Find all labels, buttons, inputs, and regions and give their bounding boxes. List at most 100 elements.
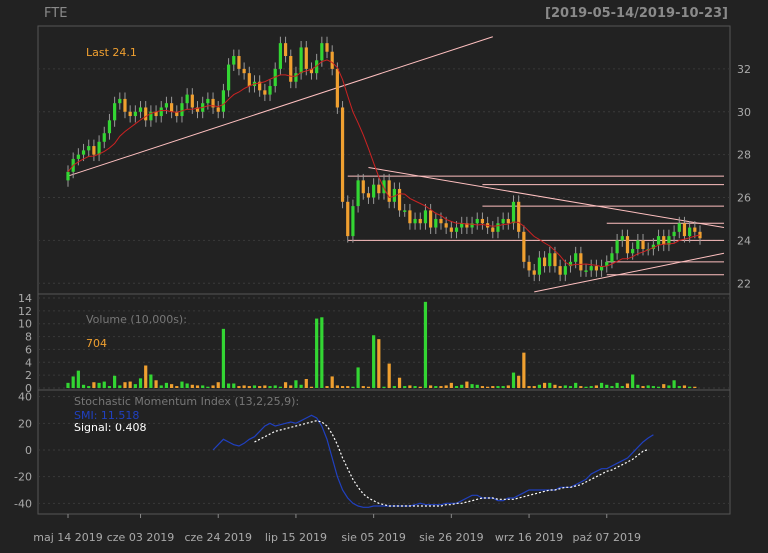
candle-body <box>366 193 371 198</box>
volume-bar <box>76 370 80 388</box>
volume-bar <box>672 380 676 388</box>
volume-bar <box>87 386 91 388</box>
x-axis-label: lip 15 2019 <box>265 531 327 544</box>
candle-body <box>185 94 189 104</box>
volume-bar <box>268 386 272 388</box>
volume-bar <box>133 384 137 388</box>
volume-bar <box>372 335 376 388</box>
volume-bar <box>418 386 422 388</box>
candle-body <box>226 64 231 91</box>
candle-body <box>164 103 169 108</box>
x-axis-label: maj 14 2019 <box>33 531 103 544</box>
volume-bar <box>211 385 215 388</box>
volume-bar <box>465 381 469 388</box>
x-axis-label: cze 03 2019 <box>107 531 175 544</box>
volume-bar <box>330 376 334 388</box>
volume-bar <box>81 384 86 388</box>
candle-body <box>444 223 448 228</box>
x-axis-label: sie 05 2019 <box>341 531 406 544</box>
volume-bar <box>403 386 407 388</box>
volume-bar <box>599 382 604 388</box>
volume-bar <box>646 385 650 388</box>
volume-bar <box>589 386 593 388</box>
volume-bar <box>315 318 319 388</box>
volume-bar <box>216 382 220 388</box>
volume-bar <box>662 384 666 388</box>
volume-bar <box>206 386 210 388</box>
volume-bar <box>522 352 526 388</box>
candle-body <box>128 111 132 117</box>
candle-body <box>693 227 697 232</box>
volume-bar <box>682 385 687 388</box>
volume-bar <box>144 365 148 388</box>
volume-bar <box>434 386 438 388</box>
candle-body <box>589 266 593 271</box>
volume-bar <box>537 384 542 388</box>
volume-bar <box>346 386 350 388</box>
candle-body <box>563 266 567 275</box>
candle-body <box>216 107 220 112</box>
volume-bar <box>563 385 567 388</box>
candle-body <box>522 231 526 262</box>
volume-bar <box>693 386 697 388</box>
volume-bar <box>92 382 96 388</box>
candle-body <box>532 270 536 275</box>
volume-tick-label: 8 <box>25 331 32 344</box>
candle-body <box>268 86 272 95</box>
candle-body <box>553 253 557 267</box>
candle-body <box>372 184 376 198</box>
volume-bar <box>138 378 143 388</box>
candle-body <box>118 98 122 104</box>
volume-bar <box>548 382 552 388</box>
volume-bar <box>496 386 500 388</box>
volume-bar <box>387 363 391 388</box>
date-range: [2019-05-14/2019-10-23] <box>545 6 728 21</box>
smi-panel-frame <box>37 389 731 515</box>
volume-bar <box>123 382 127 388</box>
candle-body <box>439 218 443 224</box>
moving-average-line <box>67 59 701 268</box>
x-axis-label: wrz 16 2019 <box>495 531 563 544</box>
price-panel-frame <box>37 25 731 295</box>
chart-root: FTE [2019-05-14/2019-10-23] Last 24.1 Vo… <box>0 0 768 549</box>
candle-body <box>677 223 681 232</box>
candle-body <box>548 253 552 267</box>
candle-body <box>335 68 339 108</box>
candle-body <box>107 120 112 134</box>
volume-bar <box>579 386 583 388</box>
candle-body <box>190 94 194 108</box>
candle-body <box>511 201 516 224</box>
candle-body <box>221 90 226 112</box>
candle-body <box>449 227 453 232</box>
candle-body <box>527 261 531 271</box>
price-tick-label: 24 <box>737 234 751 247</box>
volume-bar <box>688 386 692 388</box>
volume-last-value: 704 <box>86 337 107 350</box>
candle-body <box>429 210 433 228</box>
volume-bar <box>159 385 163 388</box>
volume-bar <box>532 386 536 388</box>
volume-bar <box>361 386 365 388</box>
candle-body <box>87 146 91 151</box>
volume-bar <box>66 382 70 388</box>
volume-bar <box>164 382 169 388</box>
volume-bar <box>278 386 282 388</box>
volume-bar <box>190 384 194 388</box>
x-axis-label: paź 07 2019 <box>573 531 641 544</box>
candle-body <box>413 218 417 224</box>
candle-body <box>278 43 282 69</box>
volume-bar <box>175 386 179 388</box>
volume-bar <box>273 385 277 388</box>
volume-bar <box>429 385 433 388</box>
volume-bar <box>574 382 578 388</box>
volume-bar <box>454 386 459 388</box>
volume-bar <box>170 384 174 388</box>
last-price-label: Last 24.1 <box>86 46 137 59</box>
smi-tick-label: 40 <box>18 391 32 404</box>
volume-bar <box>226 383 231 388</box>
volume-bar <box>180 381 184 388</box>
volume-bar <box>615 382 619 388</box>
volume-bar <box>185 383 189 388</box>
price-tick-label: 30 <box>737 106 751 119</box>
volume-bar <box>283 382 288 388</box>
